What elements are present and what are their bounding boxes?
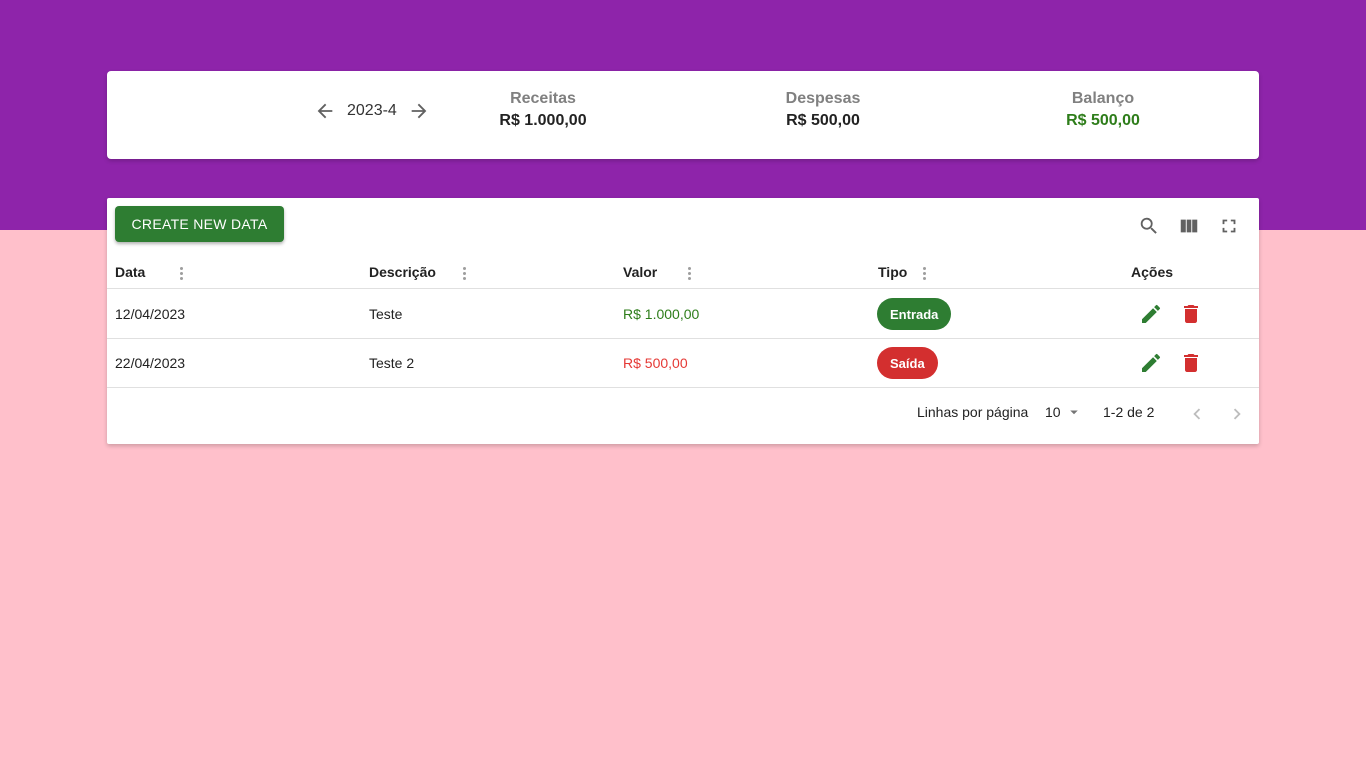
delete-button[interactable] [1177, 349, 1205, 377]
next-page-button[interactable] [1223, 400, 1251, 428]
table-row: 12/04/2023 Teste R$ 1.000,00 Entrada [107, 290, 1259, 339]
arrow-right-icon [411, 103, 427, 119]
balanco-stat: Balanço R$ 500,00 [1003, 89, 1203, 133]
balanco-title: Balanço [1071, 90, 1135, 107]
create-new-data-button[interactable]: CREATE NEW DATA [115, 206, 284, 242]
despesas-stat: Despesas R$ 500,00 [723, 89, 923, 133]
pencil-icon [1142, 353, 1161, 372]
receitas-value: R$ 1.000,00 [499, 112, 587, 129]
tipo-chip-entrada: Entrada [877, 298, 952, 330]
cell-tipo: Saída [877, 339, 938, 387]
rows-per-page-value: 10 [1045, 404, 1061, 420]
column-header-data[interactable]: Data [115, 256, 145, 288]
receitas-title: Receitas [510, 90, 576, 107]
cell-descricao: Teste 2 [369, 355, 415, 371]
table-row: 22/04/2023 Teste 2 R$ 500,00 Saída [107, 339, 1259, 388]
previous-month-button[interactable] [311, 97, 339, 125]
column-header-valor[interactable]: Valor [623, 256, 657, 288]
arrow-left-icon [317, 103, 333, 119]
fullscreen-button[interactable] [1215, 212, 1243, 240]
cell-acoes [1137, 290, 1205, 338]
search-button[interactable] [1135, 212, 1163, 240]
transactions-table-card: CREATE NEW DATA Data Descrição Valor Tip… [107, 198, 1259, 444]
cell-acoes [1137, 339, 1205, 387]
search-icon [1140, 217, 1157, 234]
chevron-left-icon [1193, 408, 1201, 420]
table-header: Data Descrição Valor Tipo Ações [107, 256, 1259, 289]
chevron-right-icon [1233, 408, 1241, 420]
tipo-chip-saida: Saída [877, 347, 938, 379]
edit-button[interactable] [1137, 300, 1165, 328]
trash-icon [1184, 305, 1198, 323]
column-header-tipo[interactable]: Tipo [878, 256, 907, 288]
despesas-value: R$ 500,00 [786, 112, 860, 129]
rows-per-page-label: Linhas por página [917, 404, 1029, 420]
column-menu-icon[interactable] [171, 263, 191, 283]
cell-valor: R$ 1.000,00 [623, 306, 700, 322]
cell-data: 22/04/2023 [115, 355, 186, 371]
rows-per-page-select[interactable]: 10 [1045, 403, 1083, 421]
previous-page-button[interactable] [1183, 400, 1211, 428]
fullscreen-icon [1222, 219, 1236, 233]
receitas-stat: Receitas R$ 1.000,00 [443, 89, 643, 133]
cell-tipo: Entrada [877, 290, 952, 338]
pagination-footer: Linhas por página 10 1-2 de 2 [107, 388, 1259, 440]
columns-button[interactable] [1175, 212, 1203, 240]
trash-icon [1184, 354, 1198, 372]
column-header-acoes: Ações [1131, 264, 1174, 280]
column-header-descricao[interactable]: Descrição [369, 256, 436, 288]
summary-card: 2023-4 Receitas R$ 1.000,00 Despesas R$ … [107, 71, 1259, 159]
pagination-range: 1-2 de 2 [1103, 404, 1155, 420]
cell-descricao: Teste [369, 306, 403, 322]
column-menu-icon[interactable] [679, 263, 699, 283]
dropdown-arrow-icon [1069, 410, 1078, 415]
despesas-title: Despesas [785, 90, 861, 107]
month-navigator: 2023-4 [311, 95, 433, 127]
table-toolbar [1135, 212, 1243, 240]
column-menu-icon[interactable] [914, 263, 934, 283]
edit-button[interactable] [1137, 349, 1165, 377]
delete-button[interactable] [1177, 300, 1205, 328]
cell-valor: R$ 500,00 [623, 355, 688, 371]
balanco-value: R$ 500,00 [1066, 112, 1140, 129]
pencil-icon [1142, 304, 1161, 323]
cell-data: 12/04/2023 [115, 306, 186, 322]
next-month-button[interactable] [405, 97, 433, 125]
view-column-icon [1180, 219, 1198, 233]
column-menu-icon[interactable] [454, 263, 474, 283]
current-month: 2023-4 [347, 102, 397, 119]
